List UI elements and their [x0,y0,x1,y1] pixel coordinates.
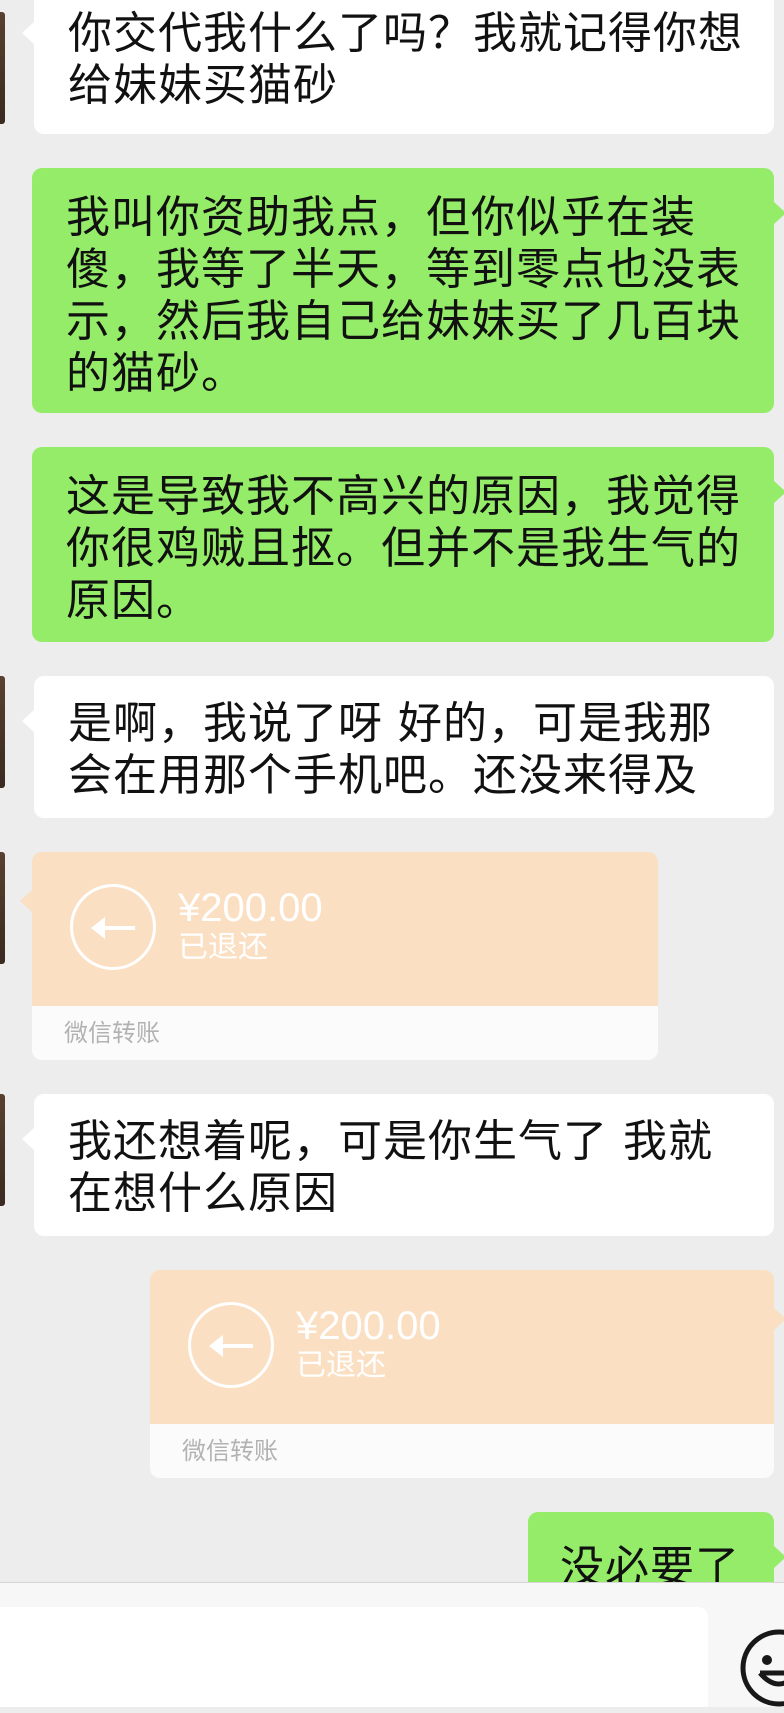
message-line: 的猫砂。 [66,348,246,399]
message-line: 给妹妹买猫砂 [68,60,338,111]
smiley-icon[interactable] [738,1627,784,1709]
message-line: 原因。 [66,575,201,626]
transfer-footer: 微信转账 [150,1424,774,1478]
return-arrow-icon [188,1302,274,1388]
message-line: 我叫你资助我点，但你似乎在装 [66,192,696,243]
transfer-label: 微信转账 [182,1437,278,1465]
transfer-status: 已退还 [296,1348,386,1383]
message-line: 你很鸡贼且抠。但并不是我生气的 [66,523,741,574]
message-line: 没必要了 [560,1542,740,1582]
avatar[interactable] [0,12,5,124]
message-line: 傻，我等了半天，等到零点也没表 [66,244,741,295]
message-line: 是啊，我说了呀 好的，可是我那 [68,698,713,749]
transfer-card[interactable]: ¥200.00 已退还 微信转账 [150,1270,784,1478]
message-line: 在想什么原因 [68,1168,338,1219]
transfer-amount: ¥200.00 [178,886,323,930]
transfer-amount: ¥200.00 [296,1304,441,1348]
transfer-card[interactable]: ¥200.00 已退还 微信转账 [20,852,658,1060]
message-bubble-incoming[interactable]: 是啊，我说了呀 好的，可是我那 会在用那个手机吧。还没来得及 [22,676,774,818]
message-bubble-incoming[interactable]: 我还想着呢，可是你生气了 我就 在想什么原因 [22,1094,774,1236]
transfer-footer: 微信转账 [32,1006,658,1060]
transfer-card-body: ¥200.00 已退还 [32,852,658,1006]
return-arrow-icon [70,884,156,970]
message-bubble-outgoing[interactable]: 这是导致我不高兴的原因，我觉得 你很鸡贼且抠。但并不是我生气的 原因。 [32,447,784,642]
avatar[interactable] [0,676,5,788]
message-line: 我还想着呢，可是你生气了 我就 [68,1116,713,1167]
transfer-card-body: ¥200.00 已退还 [150,1270,774,1424]
chat-area[interactable]: 你交代我什么了吗？我就记得你想 给妹妹买猫砂 我叫你资助我点，但你似乎在装 傻，… [0,0,784,1582]
message-line: 你交代我什么了吗？我就记得你想 [68,8,743,59]
message-bubble-outgoing[interactable]: 我叫你资助我点，但你似乎在装 傻，我等了半天，等到零点也没表 示，然后我自己给妹… [32,168,784,413]
message-bubble-outgoing[interactable]: 没必要了 [528,1512,784,1582]
message-line: 会在用那个手机吧。还没来得及 [68,750,698,801]
avatar[interactable] [0,852,5,964]
message-line: 这是导致我不高兴的原因，我觉得 [66,471,741,522]
message-line: 示，然后我自己给妹妹买了几百块 [66,296,741,347]
message-input[interactable] [0,1607,708,1707]
message-bubble-incoming[interactable]: 你交代我什么了吗？我就记得你想 给妹妹买猫砂 [22,0,774,134]
input-bar [0,1582,784,1707]
transfer-label: 微信转账 [64,1019,160,1047]
transfer-status: 已退还 [178,930,268,965]
avatar[interactable] [0,1094,5,1206]
